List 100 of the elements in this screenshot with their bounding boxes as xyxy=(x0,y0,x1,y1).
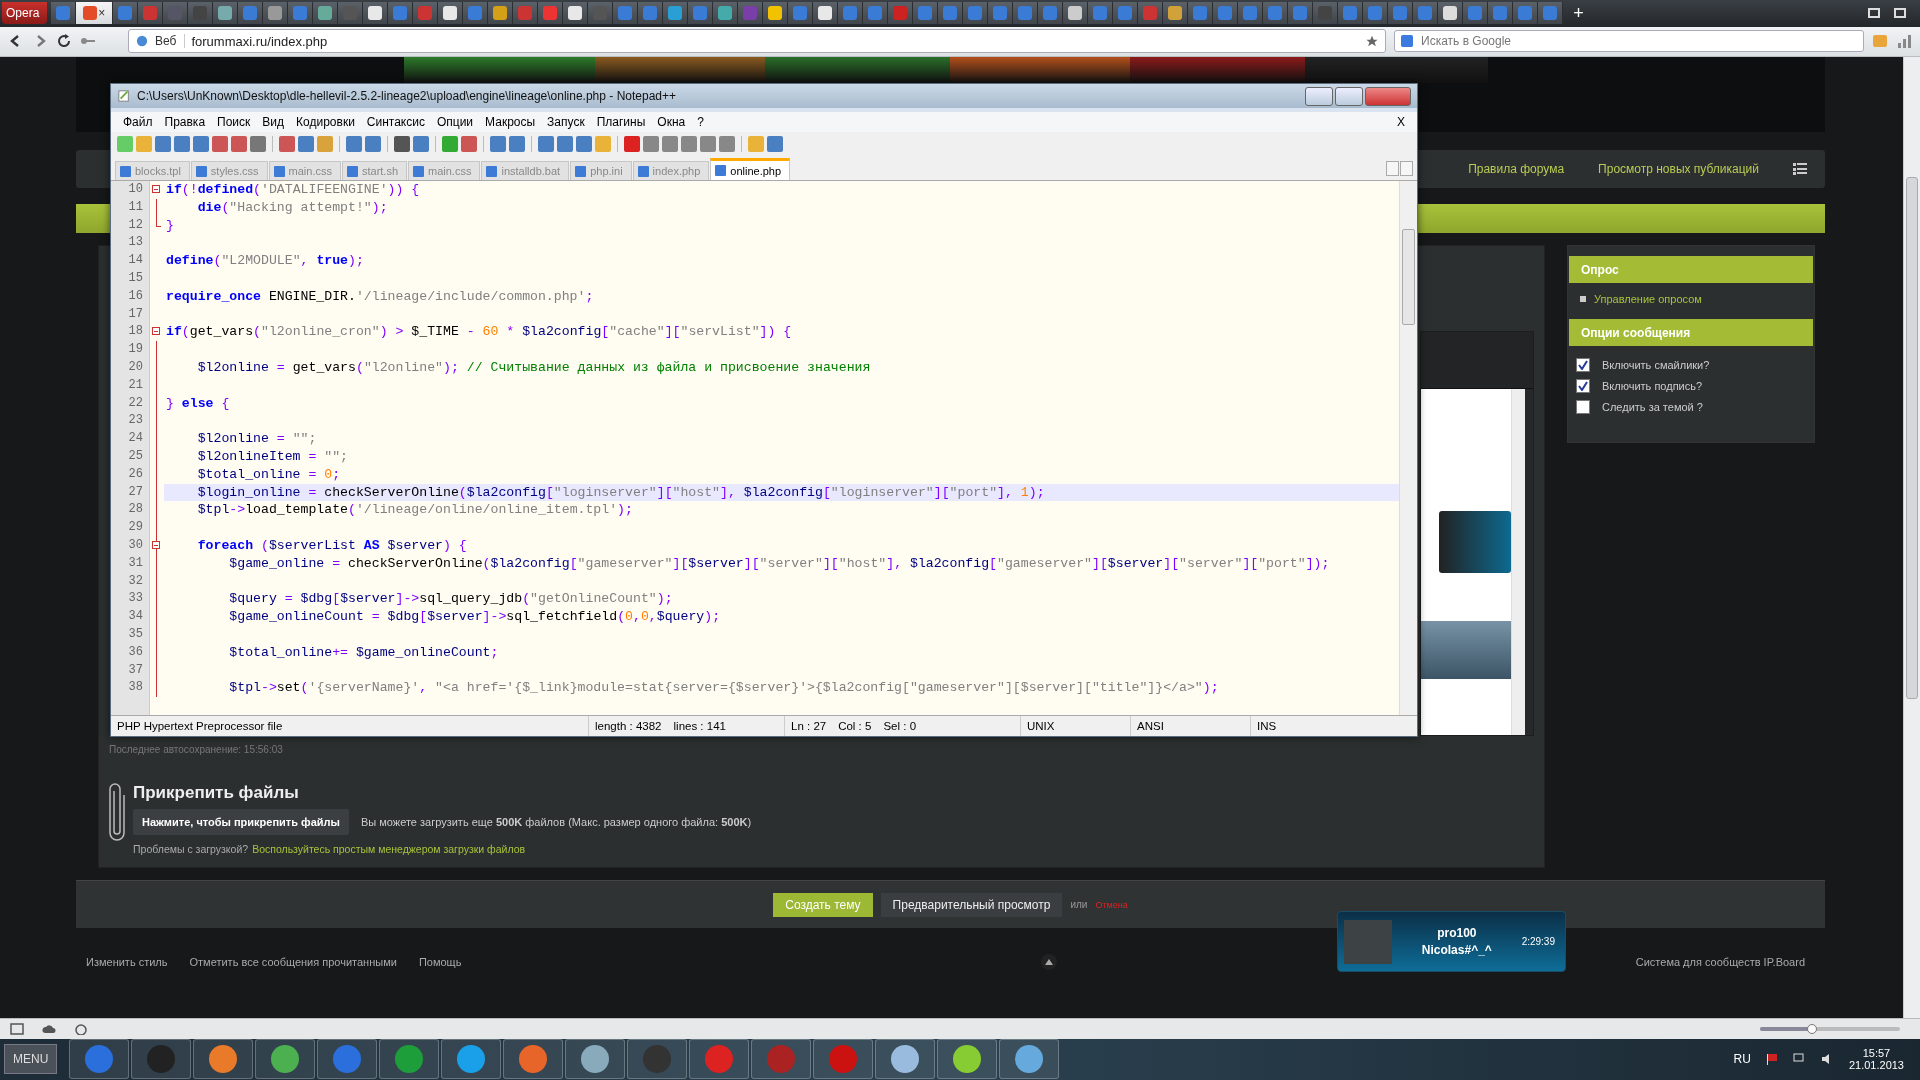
taskbar-app-icon[interactable] xyxy=(317,1039,378,1080)
toolbar-icon[interactable] xyxy=(461,136,477,153)
checkbox[interactable] xyxy=(1576,400,1590,415)
banner-image[interactable] xyxy=(404,57,595,84)
browser-tab[interactable] xyxy=(1438,2,1464,25)
checkbox[interactable] xyxy=(1576,358,1590,373)
taskbar-app-icon[interactable] xyxy=(627,1039,688,1080)
toolbar-icon[interactable] xyxy=(509,136,525,153)
toolbar-icon[interactable] xyxy=(576,136,592,153)
taskbar-app-icon[interactable] xyxy=(875,1039,936,1080)
list-icon[interactable] xyxy=(1793,163,1807,176)
taskbar-app-icon[interactable] xyxy=(131,1039,192,1080)
toolbar-icon[interactable] xyxy=(538,136,554,153)
toolbar-icon[interactable] xyxy=(155,136,171,153)
toolbar-icon[interactable] xyxy=(193,136,209,153)
panel-icon[interactable] xyxy=(10,1022,24,1035)
taskbar-app-icon[interactable] xyxy=(689,1039,750,1080)
footer-link[interactable]: Отметить все сообщения прочитанными xyxy=(189,956,397,969)
toolbar-icon[interactable] xyxy=(624,136,640,153)
address-field[interactable]: Веб forummaxi.ru/index.php xyxy=(128,29,1386,54)
minimize-button[interactable] xyxy=(1305,86,1333,106)
banner-image[interactable] xyxy=(595,57,765,84)
start-menu-button[interactable]: MENU xyxy=(4,1044,58,1075)
banner-image[interactable] xyxy=(1305,57,1488,84)
menu-item[interactable]: Файл xyxy=(117,113,159,132)
toolbar-icon[interactable] xyxy=(365,136,381,153)
toolbar-icon[interactable] xyxy=(557,136,573,153)
poll-manage-link[interactable]: Управление опросом xyxy=(1594,293,1702,306)
taskbar-app-icon[interactable] xyxy=(999,1039,1060,1080)
browser-tab[interactable] xyxy=(363,2,389,25)
fold-marker-icon[interactable] xyxy=(152,327,160,336)
scroll-up-icon[interactable] xyxy=(1040,954,1057,971)
menu-item[interactable]: Опции xyxy=(430,113,480,132)
fold-marker-icon[interactable] xyxy=(152,541,160,549)
banner-image[interactable] xyxy=(1130,57,1305,84)
toolbar-icon[interactable] xyxy=(643,136,659,153)
new-tab-button[interactable]: + xyxy=(1569,2,1588,24)
upload-manager-link[interactable]: Воспользуйтесь простым менеджером загрузки файлов xyxy=(252,843,526,856)
reload-icon[interactable] xyxy=(56,33,72,50)
menu-item[interactable]: Плагины xyxy=(590,113,652,132)
menu-item[interactable]: Синтаксис xyxy=(360,113,431,132)
language-indicator[interactable]: RU xyxy=(1733,1052,1751,1067)
opera-menu-button[interactable]: Opera xyxy=(2,2,48,25)
browser-tab[interactable] xyxy=(438,2,464,25)
close-button[interactable] xyxy=(1365,86,1411,106)
footer-link[interactable]: Изменить стиль xyxy=(86,956,168,969)
page-scrollbar[interactable] xyxy=(1903,57,1920,1019)
toolbar-icon[interactable] xyxy=(413,136,429,153)
taskbar-app-icon[interactable] xyxy=(565,1039,626,1080)
taskbar-app-icon[interactable] xyxy=(937,1039,998,1080)
menu-item[interactable]: Макросы xyxy=(479,113,542,132)
checkbox[interactable] xyxy=(1576,379,1590,394)
taskbar-app-icon[interactable] xyxy=(255,1039,316,1080)
toolbar-icon[interactable] xyxy=(700,136,716,153)
taskbar-app-icon[interactable] xyxy=(193,1039,254,1080)
signal-icon[interactable] xyxy=(1896,33,1912,50)
menu-item[interactable]: Запуск xyxy=(541,113,591,132)
browser-tab[interactable] xyxy=(1063,2,1089,25)
cloud-icon[interactable] xyxy=(42,1022,56,1035)
text-editor[interactable] xyxy=(1420,331,1534,737)
file-tab[interactable]: online.php xyxy=(710,158,791,181)
close-document-button[interactable]: X xyxy=(1391,113,1411,132)
search-field[interactable]: Искать в Google xyxy=(1394,30,1864,53)
browser-tab[interactable] xyxy=(713,2,739,25)
menu-item[interactable]: Поиск xyxy=(211,113,257,132)
toolbar-icon[interactable] xyxy=(719,136,735,153)
browser-tab[interactable] xyxy=(263,2,289,25)
taskbar-app-icon[interactable] xyxy=(379,1039,440,1080)
menu-item[interactable]: Вид xyxy=(256,113,291,132)
nav-link[interactable]: Просмотр новых публикаций xyxy=(1598,162,1759,177)
attach-files-button[interactable]: Нажмите, чтобы прикрепить файлы xyxy=(133,809,349,836)
toolbar-icon[interactable] xyxy=(662,136,678,153)
toolbar-icon[interactable] xyxy=(250,136,266,153)
toolbar-icon[interactable] xyxy=(767,136,783,153)
scrollbar[interactable] xyxy=(1399,181,1417,716)
star-icon[interactable] xyxy=(1365,35,1379,48)
browser-tab[interactable] xyxy=(813,2,839,25)
menu-item[interactable]: Окна xyxy=(651,113,692,132)
browser-tab[interactable] xyxy=(663,2,689,25)
menu-item[interactable]: Правка xyxy=(158,113,212,132)
menu-item[interactable]: ? xyxy=(691,113,710,132)
browser-tab[interactable] xyxy=(488,2,514,25)
tab-right-button[interactable] xyxy=(1400,160,1413,176)
taskbar-app-icon[interactable] xyxy=(441,1039,502,1080)
toolbar-icon[interactable] xyxy=(681,136,697,153)
minimize-icon[interactable] xyxy=(1868,8,1880,19)
banner-image[interactable] xyxy=(950,57,1130,84)
toolbar-icon[interactable] xyxy=(298,136,314,153)
browser-tab[interactable] xyxy=(763,2,789,25)
browser-tab[interactable] xyxy=(51,2,77,25)
toolbar-icon[interactable] xyxy=(174,136,190,153)
notification-popup[interactable]: pro100 Nicolas#^_^ 2:29:39 xyxy=(1337,911,1566,973)
taskbar-app-icon[interactable] xyxy=(69,1039,130,1080)
toolbar-icon[interactable] xyxy=(231,136,247,153)
footer-link[interactable]: Помощь xyxy=(418,956,462,969)
toolbar-icon[interactable] xyxy=(212,136,228,153)
taskbar-app-icon[interactable] xyxy=(503,1039,564,1080)
toolbar-icon[interactable] xyxy=(279,136,295,153)
browser-tab[interactable] xyxy=(313,2,339,25)
toolbar-icon[interactable] xyxy=(394,136,410,153)
